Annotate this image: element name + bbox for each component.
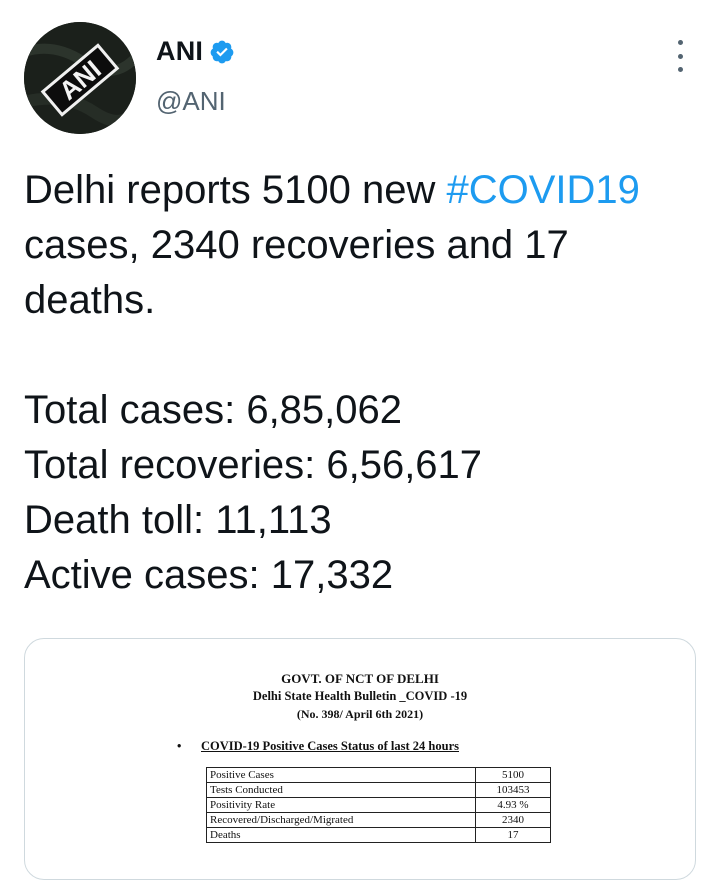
table-cell-label: Tests Conducted [206, 782, 476, 798]
tweet-line-3: deaths. [24, 278, 156, 322]
tweet-text: Delhi reports 5100 new #COVID19 cases, 2… [24, 163, 704, 603]
table-cell-value: 2340 [475, 812, 551, 828]
table-row: Positivity Rate 4.93 % [206, 797, 551, 813]
author-handle[interactable]: @ANI [156, 86, 226, 117]
more-dot [677, 40, 683, 45]
hashtag-link[interactable]: #COVID19 [446, 168, 639, 212]
table-cell-label: Recovered/Discharged/Migrated [206, 812, 476, 828]
table-row: Positive Cases 5100 [206, 767, 551, 783]
stat-total-recoveries: Total recoveries: 6,56,617 [24, 443, 483, 487]
bulletin-header-number: (No. 398/ April 6th 2021) [296, 707, 424, 721]
table-row: Tests Conducted 103453 [206, 782, 551, 798]
table-cell-label: Deaths [206, 827, 476, 843]
bulletin-header-govt: GOVT. OF NCT OF DELHI [281, 671, 439, 686]
table-cell-value: 103453 [475, 782, 551, 798]
bulletin-document: GOVT. OF NCT OF DELHI Delhi State Health… [25, 639, 695, 879]
table-cell-value: 17 [475, 827, 551, 843]
tweet-line-2: cases, 2340 recoveries and 17 [24, 223, 569, 267]
bulletin-table: Positive Cases 5100 Tests Conducted 103453… [206, 767, 551, 843]
stat-active-cases: Active cases: 17,332 [24, 553, 394, 597]
table-cell-value: 4.93 % [475, 797, 551, 813]
tweet-line-1-text: Delhi reports 5100 new [24, 168, 447, 212]
more-dot [677, 53, 683, 59]
ani-logo-icon: ANI [24, 22, 136, 134]
bulletin-header-title: Delhi State Health Bulletin _COVID -19 [252, 689, 468, 703]
table-cell-label: Positivity Rate [206, 797, 476, 813]
author-name-row[interactable]: ANI [156, 36, 235, 67]
stat-total-cases: Total cases: 6,85,062 [24, 388, 403, 432]
more-dot [677, 67, 683, 72]
more-vertical-icon[interactable] [666, 40, 694, 72]
avatar[interactable]: ANI [24, 22, 136, 134]
bullet-icon: • [177, 739, 182, 753]
tweet-line-1: Delhi reports 5100 new #COVID19 [24, 163, 704, 218]
table-cell-value: 5100 [475, 767, 551, 783]
table-row: Deaths 17 [206, 827, 551, 843]
table-row: Recovered/Discharged/Migrated 2340 [206, 812, 551, 828]
stat-death-toll: Death toll: 11,113 [24, 498, 332, 542]
bulletin-section-title: COVID-19 Positive Cases Status of last 2… [201, 739, 459, 753]
author-name[interactable]: ANI [156, 36, 203, 67]
table-cell-label: Positive Cases [206, 767, 476, 783]
media-image[interactable]: GOVT. OF NCT OF DELHI Delhi State Health… [24, 638, 696, 880]
verified-badge-icon [210, 40, 234, 63]
